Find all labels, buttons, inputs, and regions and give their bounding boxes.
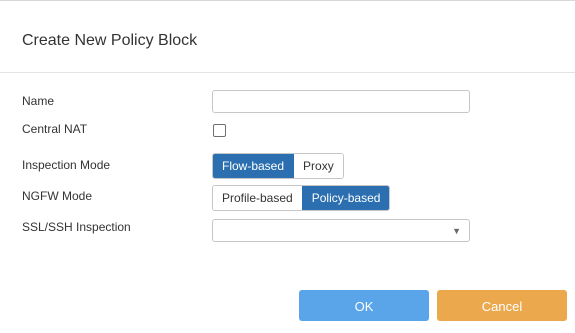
- inspection-mode-flow-based-button[interactable]: Flow-based: [213, 154, 294, 178]
- dialog-header: Create New Policy Block: [0, 1, 575, 73]
- chevron-down-icon: ▼: [452, 226, 461, 236]
- inspection-mode-proxy-button[interactable]: Proxy: [293, 154, 343, 178]
- inspection-mode-toggle: Flow-based Proxy: [212, 153, 344, 179]
- inspection-mode-label: Inspection Mode: [22, 158, 111, 172]
- central-nat-checkbox[interactable]: [213, 124, 226, 137]
- ngfw-mode-policy-based-button[interactable]: Policy-based: [301, 186, 390, 210]
- ngfw-mode-profile-based-button[interactable]: Profile-based: [213, 186, 302, 210]
- dialog-title: Create New Policy Block: [22, 32, 198, 49]
- ngfw-mode-label: NGFW Mode: [22, 189, 93, 203]
- central-nat-label: Central NAT: [22, 122, 88, 136]
- name-label: Name: [22, 94, 55, 108]
- cancel-button[interactable]: Cancel: [437, 290, 567, 321]
- ok-button[interactable]: OK: [299, 290, 429, 321]
- create-policy-block-dialog: Create New Policy Block Name Central NAT…: [0, 0, 575, 333]
- ngfw-mode-toggle: Profile-based Policy-based: [212, 185, 391, 211]
- ssl-ssh-inspection-select[interactable]: ▼: [212, 219, 470, 242]
- ssl-ssh-inspection-label: SSL/SSH Inspection: [22, 220, 131, 234]
- name-input[interactable]: [212, 90, 470, 113]
